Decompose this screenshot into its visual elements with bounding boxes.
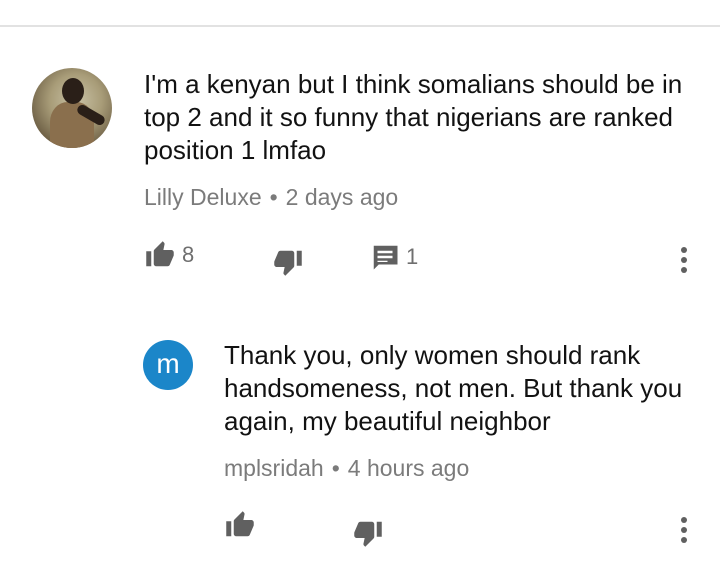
thumbs-up-icon [226,511,254,537]
thumbs-down-icon [274,250,302,276]
thumbs-down-icon [354,521,382,547]
avatar-figure-head [62,78,84,104]
meta-separator: • [269,184,278,210]
more-vert-icon[interactable] [678,247,690,277]
reply-meta: mplsridah • 4 hours ago [224,454,469,482]
comment-text: I'm a kenyan but I think somalians shoul… [144,69,683,165]
meta-separator: • [331,455,340,481]
top-divider [0,25,720,27]
reply-time: 4 hours ago [347,455,470,481]
comment-icon [372,245,398,270]
comment-meta: Lilly Deluxe • 2 days ago [144,183,398,211]
reply-text: Thank you, only women should rank handso… [224,340,683,436]
thumbs-up-icon [146,241,174,267]
dislike-button[interactable] [272,247,304,277]
like-count: 8 [182,242,195,267]
reply-button[interactable]: 1 [370,242,418,272]
like-button[interactable]: 8 [144,240,194,270]
reply-author[interactable]: mplsridah [224,455,324,481]
reply-like-button[interactable] [224,510,256,540]
more-vert-icon[interactable] [678,517,690,547]
reply-count: 1 [406,244,419,269]
comment-time: 2 days ago [285,184,399,210]
avatar[interactable] [32,68,112,148]
comment-author[interactable]: Lilly Deluxe [144,184,262,210]
reply-dislike-button[interactable] [352,518,384,548]
reply-avatar[interactable]: m [143,340,193,390]
